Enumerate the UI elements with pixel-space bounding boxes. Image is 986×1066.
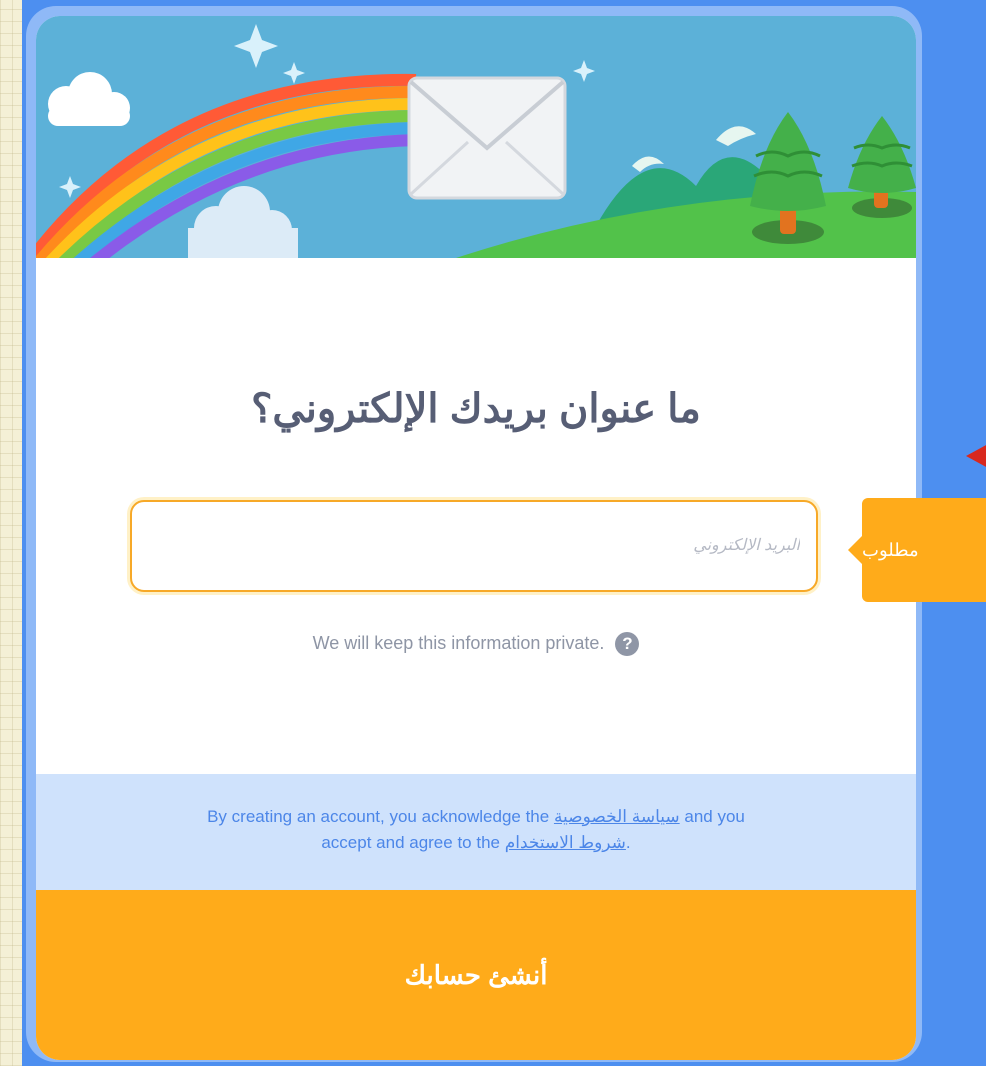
question-circle-icon[interactable]: ? [615, 632, 640, 656]
required-tooltip-label: مطلوب [862, 539, 919, 560]
privacy-note: We will keep this information private. [312, 632, 605, 653]
legal-text-1: By creating an account, you acknowledge … [207, 807, 554, 826]
legal-notice: By creating an account, you acknowledge … [36, 774, 916, 890]
email-field[interactable] [130, 500, 818, 592]
legal-text-2: and you [679, 807, 745, 826]
create-account-button[interactable]: أنشئ حسابك [36, 890, 916, 1060]
page-title: ما عنوان بريدك الإلكتروني؟ [251, 387, 701, 431]
privacy-policy-link[interactable]: سياسة الخصوصية [554, 807, 680, 826]
modal-content: ما عنوان بريدك الإلكتروني؟ We will keep … [36, 258, 916, 774]
terms-of-use-link[interactable]: شروط الاستخدام [505, 833, 626, 852]
privacy-note-row: We will keep this information private. ? [36, 632, 916, 656]
background-strip [0, 0, 22, 1066]
signup-modal: ما عنوان بريدك الإلكتروني؟ We will keep … [36, 16, 916, 1060]
legal-text-3: accept and agree to the [321, 833, 505, 852]
triangle-pointer-icon [848, 536, 862, 564]
banner-illustration [36, 16, 916, 258]
envelope-icon [407, 76, 567, 200]
error-arrow-icon [966, 444, 986, 468]
legal-text-4: . [625, 833, 631, 852]
required-tooltip: مطلوب [848, 498, 986, 602]
